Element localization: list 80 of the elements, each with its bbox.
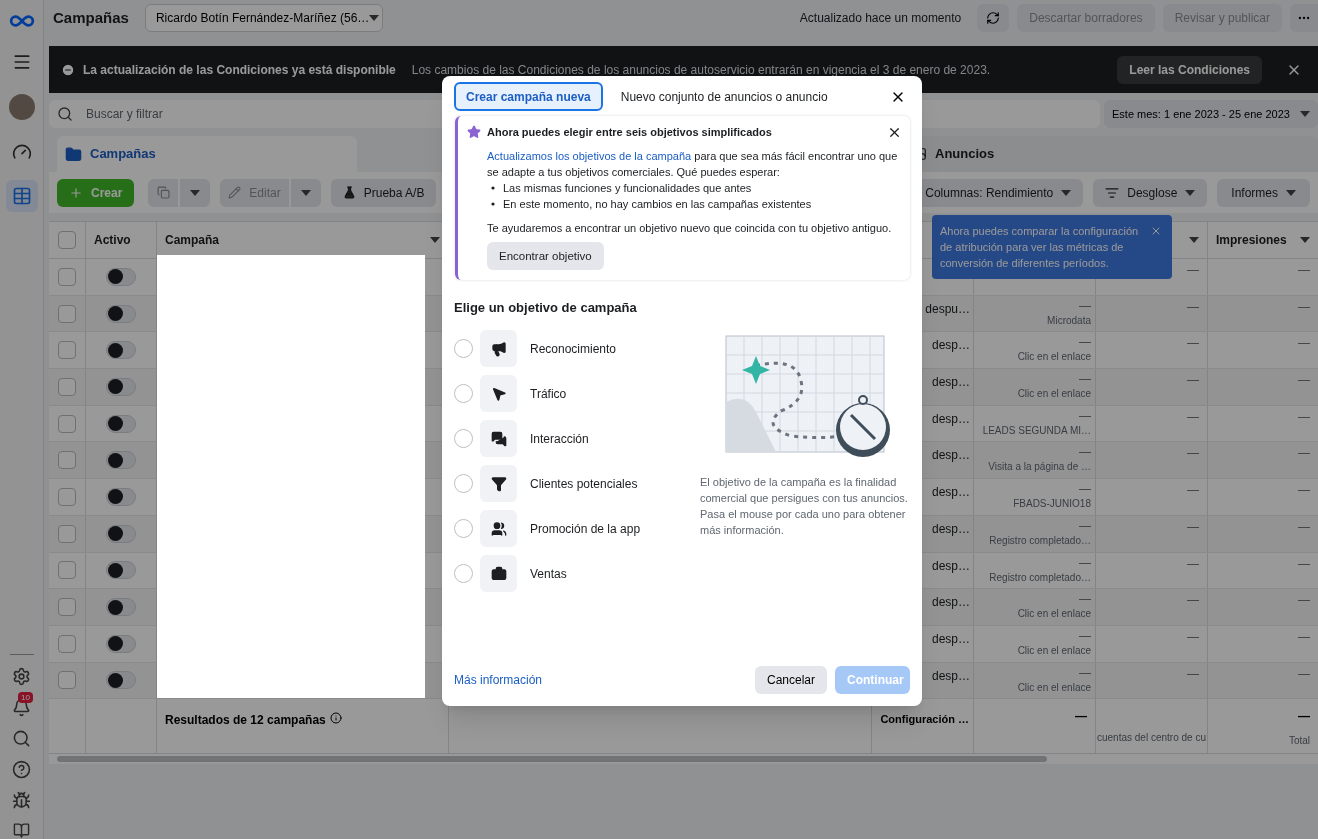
- table-cell: —: [1079, 591, 1091, 608]
- table-cell-text: —: [1298, 335, 1310, 353]
- objective-label: Clientes potenciales: [530, 475, 638, 493]
- cell-note: Registro completado…: [989, 533, 1091, 548]
- table-cell-text: —: [1298, 555, 1310, 573]
- objective-label: Ventas: [530, 565, 567, 583]
- table-cell-text: desp…: [931, 447, 970, 465]
- table-cell: —: [1079, 554, 1091, 571]
- table-cell-text: —: [1187, 335, 1199, 353]
- table-cell-text: —: [1187, 482, 1199, 500]
- table-cell: —: [1079, 517, 1091, 534]
- table-cell-text: —: [1187, 372, 1199, 390]
- banner-title: La actualización de las Condiciones ya está disponible: [83, 61, 396, 79]
- table-cell-text: —: [1187, 592, 1199, 610]
- notice-title: Ahora puedes elegir entre seis objetivos simplificados: [487, 125, 773, 140]
- objective-label: Interacción: [530, 430, 589, 448]
- objective-label: Reconocimiento: [530, 340, 617, 358]
- objective-label: Tráfico: [530, 385, 567, 403]
- notice-text: Actualizamos los objetivos de la campaña para que sea más fácil encontrar uno que se adapte a tus objetivos comerciales. Qué puedes esperar:: [487, 148, 899, 180]
- table-cell: —: [1079, 627, 1091, 644]
- table-cell: —: [1079, 407, 1091, 424]
- table-cell-text: desp…: [931, 630, 970, 648]
- cell-note: FBADS-JUNIO18: [1013, 497, 1091, 512]
- cell-note: Registro completado…: [989, 570, 1091, 585]
- table-cell-text: —: [1298, 628, 1310, 646]
- table-cell-text: desp…: [931, 557, 970, 575]
- notice-text: Te ayudaremos a encontrar un objetivo nuevo que coincida con tu objetivo antiguo.: [487, 220, 893, 236]
- table-cell-text: —: [1187, 298, 1199, 316]
- cell-note: Clic en el enlace: [1017, 680, 1091, 695]
- cell-note: Clic en el enlace: [1017, 387, 1091, 402]
- cell-note: Clic en el enlace: [1017, 350, 1091, 365]
- table-cell: —: [1079, 371, 1091, 388]
- cell-note: Microdata: [1047, 313, 1091, 328]
- table-cell-text: —: [1298, 445, 1310, 463]
- table-cell-text: —: [1298, 298, 1310, 316]
- cell-note: Clic en el enlace: [1017, 643, 1091, 658]
- table-cell-text: —: [1187, 665, 1199, 683]
- table-cell-text: —: [1187, 518, 1199, 536]
- cell-note: LEADS SEGUNDA MI…: [982, 423, 1091, 438]
- table-cell-text: desp…: [931, 374, 970, 392]
- table-cell-text: —: [1298, 372, 1310, 390]
- tooltip-text: Ahora puedes comparar la configuración de atribución para ver las métricas de conversión de diferentes períodos.: [940, 224, 1140, 271]
- table-cell-text: desp…: [931, 410, 970, 428]
- summary-cell-text: Configuración …: [880, 712, 969, 728]
- table-cell-text: —: [1298, 262, 1310, 279]
- objective-label: Promoción de la app: [530, 520, 641, 538]
- table-cell: —: [1079, 664, 1091, 681]
- summary-cell-text: —: [1298, 708, 1310, 726]
- table-cell-text: —: [1298, 482, 1310, 500]
- summary-note: Total: [1288, 734, 1310, 749]
- table-cell-text: despu…: [925, 300, 970, 318]
- table-cell-text: —: [1187, 628, 1199, 646]
- table-cell-text: desp…: [931, 484, 970, 502]
- table-cell-text: —: [1187, 262, 1199, 279]
- summary-cell-text: —: [1075, 708, 1087, 726]
- table-cell-text: —: [1298, 408, 1310, 426]
- results-summary: Resultados de 12 campañas: [165, 712, 326, 730]
- table-cell-text: desp…: [931, 594, 970, 612]
- table-cell: —: [1079, 481, 1091, 498]
- table-cell-text: —: [1187, 445, 1199, 463]
- table-cell: —: [1079, 297, 1091, 314]
- page-title: Campañas: [53, 7, 129, 28]
- table-cell-text: —: [1187, 555, 1199, 573]
- table-cell-text: —: [1187, 408, 1199, 426]
- table-cell-text: desp…: [931, 667, 970, 685]
- table-cell-text: —: [1298, 592, 1310, 610]
- notification-badge: 10: [18, 692, 33, 703]
- cell-note: Clic en el enlace: [1017, 607, 1091, 622]
- table-cell-text: desp…: [931, 337, 970, 355]
- cell-note: Visita a la página de …: [988, 460, 1091, 475]
- section-heading: Elige un objetivo de campaña: [454, 298, 638, 317]
- banner-text: Los cambios de las Condiciones de los anuncios de autoservicio entrarán en vigencia el 3 de enero de 2023.: [411, 61, 991, 79]
- table-cell-text: —: [1298, 518, 1310, 536]
- table-cell: —: [1079, 334, 1091, 351]
- table-cell-text: desp…: [931, 520, 970, 538]
- update-status: Actualizado hace un momento: [799, 10, 962, 27]
- summary-cell-text: cuentas del centro de cu: [1097, 731, 1206, 746]
- objective-description: El objetivo de la campaña es la finalidad comercial que persigues con tus anuncios. Pasa el mouse por cada uno para obtener más información.: [700, 475, 909, 538]
- table-cell: —: [1079, 444, 1091, 461]
- table-cell-text: —: [1298, 665, 1310, 683]
